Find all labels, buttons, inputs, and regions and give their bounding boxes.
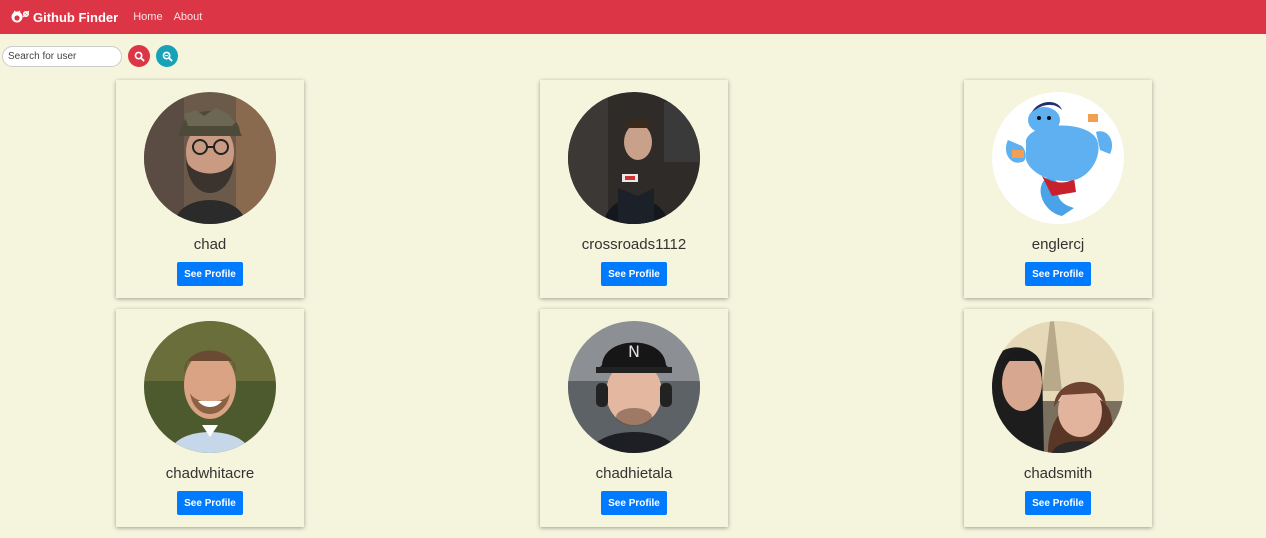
see-profile-button[interactable]: See Profile bbox=[177, 262, 243, 286]
username: englercj bbox=[1031, 236, 1085, 253]
brand[interactable]: Github Finder bbox=[10, 10, 118, 25]
search-bar bbox=[2, 45, 178, 67]
username: chadsmith bbox=[1023, 465, 1093, 482]
brand-title: Github Finder bbox=[33, 9, 119, 25]
headphones-man-photo-icon: N bbox=[568, 321, 700, 453]
search-input[interactable] bbox=[2, 45, 122, 67]
speaker-photo-icon bbox=[568, 92, 700, 224]
svg-text:N: N bbox=[628, 342, 640, 361]
user-card: chad See Profile bbox=[116, 80, 304, 298]
search-button[interactable] bbox=[128, 45, 150, 67]
genie-cartoon-icon bbox=[992, 92, 1124, 224]
see-profile-button[interactable]: See Profile bbox=[1025, 262, 1091, 286]
clear-button[interactable] bbox=[156, 45, 178, 67]
bearded-man-photo-icon bbox=[144, 92, 276, 224]
search-icon bbox=[134, 51, 145, 62]
avatar bbox=[992, 321, 1124, 453]
nav-links: Home About bbox=[133, 11, 213, 23]
avatar: N bbox=[568, 321, 700, 453]
user-card: chadsmith See Profile bbox=[964, 309, 1152, 527]
username: chad bbox=[193, 236, 227, 253]
github-icon bbox=[11, 10, 30, 23]
nav-link-home[interactable]: Home bbox=[133, 11, 162, 23]
username: chadwhitacre bbox=[165, 465, 255, 482]
user-card: englercj See Profile bbox=[964, 80, 1152, 298]
username: crossroads1112 bbox=[581, 236, 687, 253]
see-profile-button[interactable]: See Profile bbox=[1025, 491, 1091, 515]
user-card: N chadhietala See Profile bbox=[540, 309, 728, 527]
see-profile-button[interactable]: See Profile bbox=[601, 491, 667, 515]
couple-selfie-photo-icon bbox=[992, 321, 1124, 453]
avatar bbox=[568, 92, 700, 224]
username: chadhietala bbox=[595, 465, 673, 482]
see-profile-button[interactable]: See Profile bbox=[177, 491, 243, 515]
see-profile-button[interactable]: See Profile bbox=[601, 262, 667, 286]
smiling-man-photo-icon bbox=[144, 321, 276, 453]
navbar: Github Finder Home About bbox=[0, 0, 1266, 34]
avatar bbox=[144, 321, 276, 453]
zoom-icon bbox=[162, 51, 173, 62]
avatar bbox=[992, 92, 1124, 224]
avatar bbox=[144, 92, 276, 224]
user-card: crossroads1112 See Profile bbox=[540, 80, 728, 298]
nav-link-about[interactable]: About bbox=[174, 11, 203, 23]
user-card: chadwhitacre See Profile bbox=[116, 309, 304, 527]
